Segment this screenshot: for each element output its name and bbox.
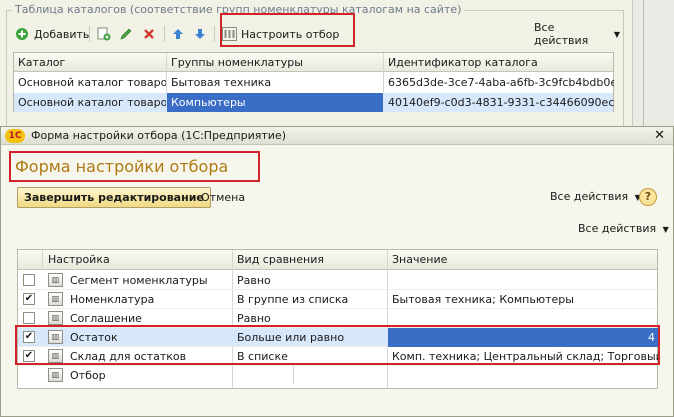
move-down-button[interactable] bbox=[192, 24, 208, 44]
all-actions-label-top: Все действия bbox=[534, 21, 589, 47]
table-row-selected[interactable]: Основной каталог товаров Компьютеры 4014… bbox=[14, 93, 614, 112]
catalog-table: Каталог Группы номенклатуры Идентификато… bbox=[13, 52, 614, 112]
column-header-catalog[interactable]: Каталог bbox=[14, 53, 166, 72]
copy-add-icon bbox=[96, 26, 112, 42]
catalog-cell: Основной каталог товаров bbox=[18, 96, 166, 109]
add-icon bbox=[14, 26, 30, 42]
table-row[interactable]: ✔ ▥ Номенклатура В группе из списка Быто… bbox=[18, 290, 657, 309]
catalog-cell: Основной каталог товаров bbox=[18, 76, 166, 89]
1c-logo-icon: 1С bbox=[5, 129, 25, 143]
pencil-icon bbox=[118, 26, 134, 42]
comparison-cell[interactable]: В группе из списка bbox=[233, 290, 387, 309]
dialog-window-title: Форма настройки отбора (1С:Предприятие) bbox=[31, 129, 286, 142]
delete-button[interactable] bbox=[141, 24, 157, 44]
finish-editing-button[interactable]: Завершить редактирование bbox=[17, 187, 211, 208]
highlight-stock-rows bbox=[15, 325, 660, 365]
all-actions-menu-table[interactable]: Все действия ▼ bbox=[578, 219, 669, 239]
all-actions-menu-dialog[interactable]: Все действия ▼ bbox=[550, 187, 641, 207]
catalog-id-cell: 40140ef9-c0d3-4831-9331-c34466090ec0 bbox=[388, 96, 614, 109]
chevron-down-icon: ▼ bbox=[662, 225, 669, 234]
highlight-form-title bbox=[9, 151, 260, 182]
copy-button[interactable] bbox=[96, 24, 112, 44]
edit-button[interactable] bbox=[118, 24, 134, 44]
add-button[interactable]: Добавить bbox=[14, 24, 89, 44]
field-icon: ▥ bbox=[48, 292, 63, 306]
add-button-label: Добавить bbox=[34, 27, 90, 41]
dialog-title-bar: 1С Форма настройки отбора (1С:Предприяти… bbox=[1, 127, 673, 145]
value-cell[interactable]: Бытовая техника; Компьютеры bbox=[388, 290, 658, 309]
group-cell: Бытовая техника bbox=[171, 76, 272, 89]
highlight-configure-filter bbox=[220, 13, 355, 47]
filter-group-label: Отбор bbox=[70, 369, 106, 382]
row-checkbox-checked[interactable]: ✔ bbox=[23, 293, 35, 305]
delete-icon bbox=[141, 26, 157, 42]
row-checkbox[interactable] bbox=[23, 274, 35, 286]
all-actions-label-table: Все действия bbox=[578, 222, 657, 235]
value-cell[interactable] bbox=[388, 271, 658, 290]
column-header-setting[interactable]: Настройка bbox=[44, 250, 232, 269]
comparison-cell[interactable]: Равно bbox=[233, 271, 387, 290]
help-icon[interactable]: ? bbox=[639, 188, 657, 206]
all-actions-menu-top[interactable]: Все действия ▼ bbox=[534, 21, 620, 47]
arrow-down-icon bbox=[192, 26, 208, 42]
table-row[interactable]: Основной каталог товаров Бытовая техника… bbox=[14, 73, 614, 92]
setting-cell: Сегмент номенклатуры bbox=[70, 274, 208, 287]
all-actions-label-dialog: Все действия bbox=[550, 190, 629, 203]
catalog-id-cell: 6365d3de-3ce7-4aba-a6fb-3c9fcb4bdb0e bbox=[388, 76, 614, 89]
row-checkbox[interactable] bbox=[23, 312, 35, 324]
chevron-down-icon: ▼ bbox=[613, 29, 620, 39]
catalog-table-header: Каталог Группы номенклатуры Идентификато… bbox=[14, 53, 613, 72]
group-cell-selected[interactable]: Компьютеры bbox=[167, 93, 383, 112]
filter-table-header: Настройка Вид сравнения Значение bbox=[18, 250, 657, 270]
filter-group-icon: ▥ bbox=[48, 368, 63, 382]
move-up-button[interactable] bbox=[170, 24, 186, 44]
right-panel-edge bbox=[632, 0, 674, 130]
column-header-comparison[interactable]: Вид сравнения bbox=[233, 250, 387, 269]
close-icon[interactable]: ✕ bbox=[654, 127, 665, 145]
cancel-button[interactable]: Отмена bbox=[201, 187, 245, 208]
column-header-catalog-id[interactable]: Идентификатор каталога bbox=[384, 53, 614, 72]
filter-table: Настройка Вид сравнения Значение ▥ Сегме… bbox=[17, 249, 658, 389]
arrow-up-icon bbox=[170, 26, 186, 42]
filter-settings-dialog: 1С Форма настройки отбора (1С:Предприяти… bbox=[0, 126, 674, 417]
field-icon: ▥ bbox=[48, 311, 63, 325]
column-header-groups[interactable]: Группы номенклатуры bbox=[167, 53, 383, 72]
field-icon: ▥ bbox=[48, 273, 63, 287]
table-row[interactable]: ▥ Сегмент номенклатуры Равно bbox=[18, 271, 657, 290]
list-item[interactable]: ▥ Отбор bbox=[18, 366, 657, 385]
column-header-value[interactable]: Значение bbox=[388, 250, 658, 269]
setting-cell: Номенклатура bbox=[70, 293, 155, 306]
